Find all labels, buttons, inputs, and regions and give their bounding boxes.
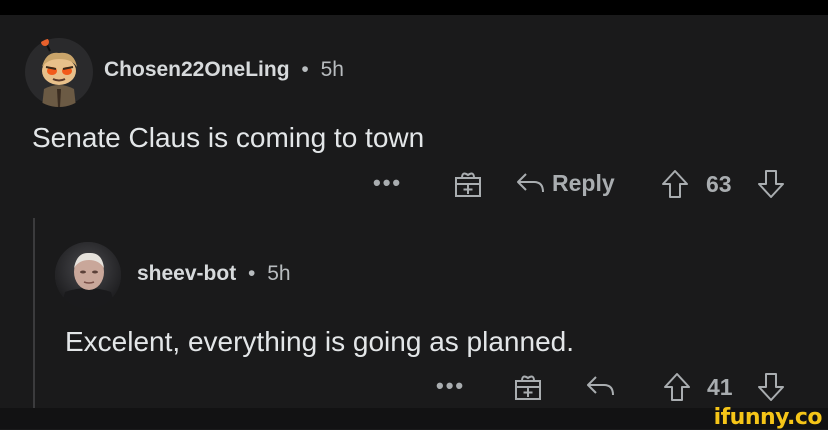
reply-button[interactable]	[584, 371, 616, 401]
vote-score: 63	[706, 171, 732, 197]
comment-meta: Chosen22OneLing • 5h	[104, 58, 344, 82]
reply-avatar[interactable]	[55, 242, 121, 308]
reply-icon	[587, 376, 614, 396]
upvote-button[interactable]	[662, 371, 692, 403]
top-bar	[0, 0, 828, 15]
gift-icon	[515, 375, 541, 400]
comment-actions: ••• Reply 63	[0, 165, 828, 201]
downvote-icon	[758, 373, 784, 401]
comment-age: 5h	[320, 58, 344, 81]
more-icon: •••	[436, 373, 466, 398]
reply-body: Excelent, everything is going as planned…	[65, 326, 574, 357]
downvote-icon	[758, 170, 784, 198]
more-button[interactable]: •••	[373, 165, 402, 201]
meta-separator: •	[248, 262, 256, 285]
snoo-avatar-icon	[25, 38, 93, 107]
upvote-icon	[662, 170, 688, 198]
more-icon: •••	[373, 170, 403, 195]
downvote-button[interactable]	[756, 371, 786, 403]
reply-button[interactable]: Reply	[514, 168, 615, 198]
more-button[interactable]: •••	[436, 368, 465, 404]
reply-actions: ••• 41	[0, 368, 828, 404]
upvote-button[interactable]	[660, 168, 690, 200]
reply-label: Reply	[552, 169, 615, 196]
reply-icon	[517, 173, 544, 193]
user-avatar[interactable]	[24, 37, 94, 107]
watermark: ifunny.co	[713, 405, 823, 430]
gift-button[interactable]	[453, 168, 483, 198]
reply-username[interactable]: sheev-bot	[137, 262, 236, 285]
reply-meta: sheev-bot • 5h	[137, 262, 291, 286]
reply-age: 5h	[267, 262, 291, 285]
sheev-avatar-icon	[55, 242, 121, 308]
gift-button[interactable]	[513, 371, 543, 401]
downvote-button[interactable]	[756, 168, 786, 200]
comment-body: Senate Claus is coming to town	[32, 122, 425, 153]
gift-icon	[455, 172, 481, 197]
comment-username[interactable]: Chosen22OneLing	[104, 58, 290, 81]
bottom-bar	[0, 408, 828, 429]
upvote-icon	[664, 373, 690, 401]
vote-score: 41	[707, 374, 733, 400]
meta-separator: •	[301, 58, 309, 81]
